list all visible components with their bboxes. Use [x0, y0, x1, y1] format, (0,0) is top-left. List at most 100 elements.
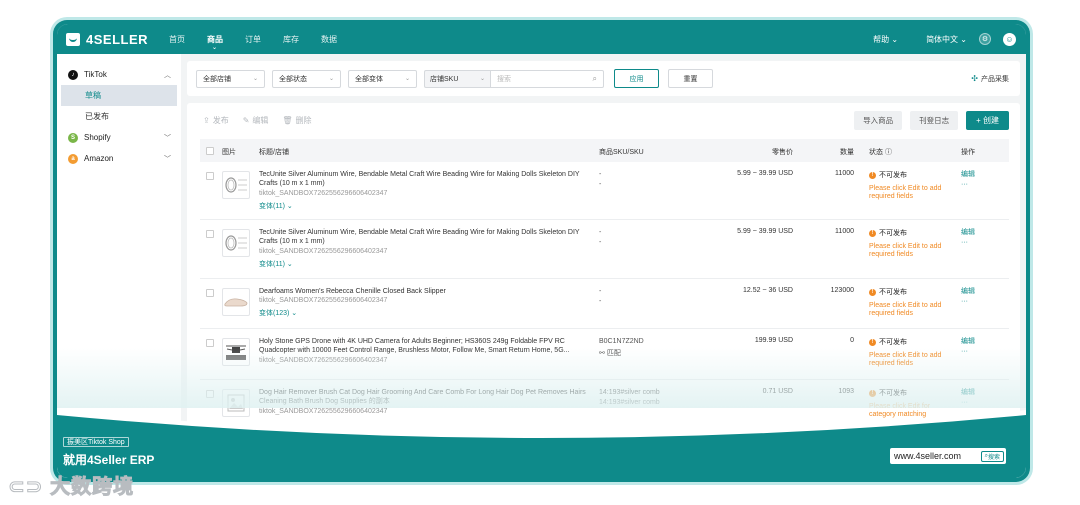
nav-inventory[interactable]: 库存 [283, 34, 299, 45]
sku-cell: -- [599, 228, 601, 248]
top-right-controls: 帮助 ⌄ 简体中文 ⌄ ⚙ ☺ [873, 32, 1026, 46]
product-thumbnail[interactable] [222, 288, 250, 316]
col-qty: 数量 [840, 149, 854, 156]
edit-button[interactable]: ✎ 编辑 [243, 115, 269, 126]
sidebar-item-shopify[interactable]: S Shopify ﹀ [57, 127, 181, 148]
create-button[interactable]: + 创建 [966, 110, 1009, 130]
row-checkbox[interactable] [206, 172, 214, 180]
sidebar-item-amazon[interactable]: a Amazon ﹀ [57, 148, 181, 169]
row-checkbox[interactable] [206, 230, 214, 238]
more-icon[interactable]: ··· [961, 347, 975, 357]
tiktok-label: TikTok [84, 70, 107, 79]
op-cell: 编辑 ··· [961, 287, 975, 307]
price-cell: 199.99 USD [754, 337, 793, 344]
slipper-icon [224, 298, 248, 307]
shopify-icon: S [68, 132, 78, 143]
product-thumbnail[interactable] [222, 338, 250, 366]
status-badge: ! 不可发布 [869, 337, 907, 347]
table-row: TecUnite Silver Aluminum Wire, Bendable … [200, 162, 1009, 220]
variant-filter[interactable]: 全部变体 ⌄ [348, 69, 417, 88]
store-name: tiktok_SANDBOX7262556296606402347 [259, 248, 388, 255]
variant-toggle[interactable]: 变体(123) ⌄ [259, 308, 297, 318]
upload-icon: ⇪ [203, 115, 210, 125]
help-circle-icon[interactable]: ⓘ [885, 149, 892, 156]
status-label: 不可发布 [879, 289, 907, 296]
language-label: 简体中文 [926, 34, 959, 44]
search-input[interactable]: 搜索 ⌕ [490, 69, 604, 88]
row-edit-link[interactable]: 编辑 [961, 388, 975, 398]
match-link[interactable]: ⚯ 匹配 [599, 348, 621, 358]
nav-home[interactable]: 首页 [169, 34, 185, 45]
product-title[interactable]: TecUnite Silver Aluminum Wire, Bendable … [259, 170, 589, 188]
store-name: tiktok_SANDBOX7262556296606402347 [259, 408, 388, 415]
status-label: 不可发布 [879, 339, 907, 346]
row-checkbox[interactable] [206, 289, 214, 297]
product-sku: - [599, 288, 602, 295]
apply-button[interactable]: 应用 [614, 69, 659, 88]
product-sku: - [599, 229, 602, 236]
nav-orders[interactable]: 订单 [245, 34, 261, 45]
publish-button[interactable]: ⇪ 发布 [203, 115, 229, 126]
more-icon[interactable]: ··· [961, 398, 975, 408]
nav-data[interactable]: 数据 [321, 34, 337, 45]
sidebar-sub-published[interactable]: 已发布 [57, 106, 181, 127]
select-all-checkbox[interactable] [206, 147, 214, 155]
product-title[interactable]: Holy Stone GPS Drone with 4K UHD Camera … [259, 337, 589, 355]
amazon-label: Amazon [84, 154, 114, 163]
chevron-down-icon: ⌄ [212, 44, 218, 51]
filter-bar: 全部店铺 ⌄ 全部状态 ⌄ 全部变体 ⌄ 店铺SKU ⌄ 搜索 ⌕ 应用 重置 ✣ 产品采集 [187, 61, 1020, 96]
help-menu[interactable]: 帮助 ⌄ [873, 34, 898, 45]
warning-icon: ! [869, 288, 876, 296]
sku-type-value: 店铺SKU [430, 75, 459, 83]
product-title[interactable]: Dog Hair Remover Brush Cat Dog Hair Groo… [259, 388, 589, 406]
product-title[interactable]: TecUnite Silver Aluminum Wire, Bendable … [259, 228, 589, 246]
edit-icon: ✎ [242, 115, 250, 125]
status-filter-value: 全部状态 [279, 75, 307, 83]
product-collect-link[interactable]: ✣ 产品采集 [971, 74, 1009, 84]
op-cell: 编辑 ··· [961, 388, 975, 408]
row-checkbox[interactable] [206, 339, 214, 347]
row-edit-link[interactable]: 编辑 [961, 228, 975, 238]
settings-gear-icon[interactable]: ⚙ [979, 33, 991, 45]
product-thumbnail[interactable] [222, 389, 250, 417]
listing-log-button[interactable]: 刊登日志 [910, 110, 959, 130]
more-icon[interactable]: ··· [961, 297, 975, 307]
product-title[interactable]: Dearfoams Women's Rebecca Chenille Close… [259, 287, 589, 296]
store-filter[interactable]: 全部店铺 ⌄ [196, 69, 265, 88]
user-avatar[interactable]: ☺ [1003, 32, 1016, 46]
variant-toggle[interactable]: 变体(11) ⌄ [259, 259, 293, 269]
product-thumbnail[interactable] [222, 171, 250, 199]
main-content: 全部店铺 ⌄ 全部状态 ⌄ 全部变体 ⌄ 店铺SKU ⌄ 搜索 ⌕ 应用 重置 ✣ 产品采集… [187, 61, 1020, 478]
status-filter[interactable]: 全部状态 ⌄ [272, 69, 341, 88]
status-label: 不可发布 [879, 230, 907, 237]
row-edit-link[interactable]: 编辑 [961, 170, 975, 180]
brand-name: 4SELLER [86, 31, 149, 47]
chevron-down-icon: ⌄ [960, 34, 967, 44]
watermark-logo: ⊂⊃ 大数跨境 [8, 470, 134, 499]
more-icon[interactable]: ··· [961, 238, 975, 248]
product-thumbnail[interactable] [222, 229, 250, 257]
status-badge: ! 不可发布 [869, 170, 907, 180]
import-products-button[interactable]: 导入商品 [854, 110, 903, 130]
sku-type-select[interactable]: 店铺SKU ⌄ [424, 69, 490, 88]
more-icon[interactable]: ··· [961, 180, 975, 190]
language-menu[interactable]: 简体中文 ⌄ [926, 34, 967, 45]
delete-button[interactable]: 🗑 删除 [282, 115, 311, 126]
amazon-icon: a [68, 153, 78, 164]
row-checkbox[interactable] [206, 390, 214, 398]
image-placeholder-icon [227, 394, 245, 412]
device-frame: 4SELLER 首页 商品 ⌄ 订单 库存 数据 帮助 ⌄ 简体中文 ⌄ ⚙ ☺ … [53, 20, 1030, 482]
nav-products[interactable]: 商品 ⌄ [207, 34, 223, 51]
table-row: Holy Stone GPS Drone with 4K UHD Camera … [200, 329, 1009, 380]
row-edit-link[interactable]: 编辑 [961, 287, 975, 297]
product-sku: B0C1N7Z2ND [599, 338, 644, 345]
variant-toggle[interactable]: 变体(11) ⌄ [259, 201, 293, 211]
product-sku: - [599, 171, 602, 178]
sidebar-sub-draft[interactable]: 草稿 [61, 85, 177, 106]
search-icon[interactable]: ⌕ [593, 74, 597, 84]
price-cell: 12.52 ~ 36 USD [742, 287, 793, 294]
row-edit-link[interactable]: 编辑 [961, 337, 975, 347]
brand-logo[interactable]: 4SELLER [66, 32, 169, 47]
reset-button[interactable]: 重置 [668, 69, 713, 88]
sidebar-item-tiktok[interactable]: ♪ TikTok ︿ [57, 64, 181, 85]
